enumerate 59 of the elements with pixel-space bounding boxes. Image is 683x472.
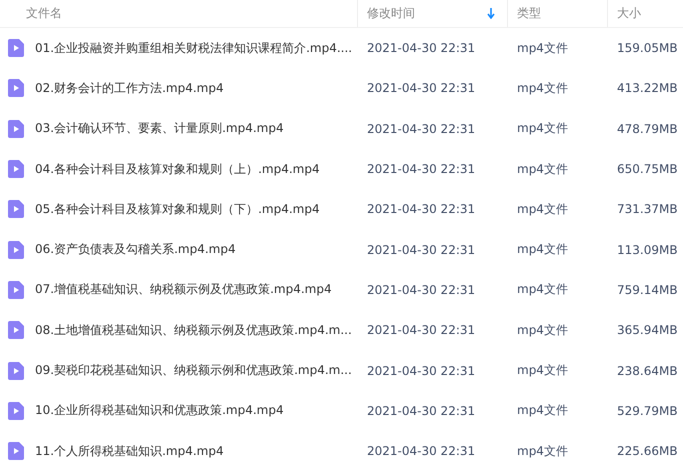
modified-time: 2021-04-30 22:31: [367, 122, 476, 136]
video-file-icon: [8, 79, 24, 98]
column-header[interactable]: 文件名: [0, 0, 358, 27]
modified-time: 2021-04-30 22:31: [367, 364, 476, 378]
file-name[interactable]: 11.个人所得税基础知识.mp4.mp4: [35, 442, 224, 460]
modified-time: 2021-04-30 22:31: [367, 242, 476, 257]
file-size: 413.22MB: [617, 81, 678, 96]
file-size: 113.09MB: [617, 242, 678, 257]
file-name[interactable]: 09.契税印花税基础知识、纳税额示例和优惠政策.mp4.m...: [35, 362, 352, 380]
modified-time: 2021-04-30 22:31: [367, 282, 476, 297]
file-type: mp4文件: [517, 442, 568, 460]
file-size: 650.75MB: [617, 162, 678, 176]
video-file-icon: [8, 280, 24, 299]
column-header[interactable]: 类型: [508, 0, 608, 27]
file-size: 365.94MB: [617, 323, 678, 338]
video-file-icon: [8, 120, 24, 138]
file-type: mp4文件: [517, 322, 568, 339]
file-type: mp4文件: [517, 200, 568, 218]
video-file-icon: [8, 39, 24, 58]
modified-time: 2021-04-30 22:31: [367, 323, 476, 338]
file-type: mp4文件: [517, 80, 568, 97]
file-size: 731.37MB: [617, 202, 678, 216]
file-size: 478.79MB: [617, 122, 678, 136]
file-name[interactable]: 01.企业投融资并购重组相关财税法律知识课程简介.mp4....: [35, 40, 352, 57]
file-name[interactable]: 08.土地增值税基础知识、纳税额示例及优惠政策.mp4.m...: [35, 322, 352, 339]
file-name[interactable]: 07.增值税基础知识、纳税额示例及优惠政策.mp4.mp4: [35, 281, 332, 298]
video-file-icon: [8, 240, 24, 259]
modified-time: 2021-04-30 22:31: [367, 444, 476, 458]
file-type: mp4文件: [517, 160, 568, 178]
modified-time: 2021-04-30 22:31: [367, 41, 476, 56]
video-file-icon: [8, 160, 24, 178]
file-name[interactable]: 03.会计确认环节、要素、计量原则.mp4.mp4: [35, 120, 284, 138]
file-type: mp4文件: [517, 40, 568, 57]
video-file-icon: [8, 402, 24, 420]
file-name[interactable]: 04.各种会计科目及核算对象和规则（上）.mp4.mp4: [35, 160, 320, 178]
column-header[interactable]: 大小: [608, 0, 683, 27]
file-name[interactable]: 05.各种会计科目及核算对象和规则（下）.mp4.mp4: [35, 200, 320, 218]
file-type: mp4文件: [517, 241, 568, 258]
file-size: 225.66MB: [617, 444, 678, 458]
file-name[interactable]: 02.财务会计的工作方法.mp4.mp4: [35, 80, 224, 97]
file-type: mp4文件: [517, 120, 568, 138]
file-type: mp4文件: [517, 362, 568, 380]
file-name[interactable]: 10.企业所得税基础知识和优惠政策.mp4.mp4: [35, 402, 284, 420]
file-type: mp4文件: [517, 281, 568, 298]
video-file-icon: [8, 442, 24, 460]
file-size: 759.14MB: [617, 282, 678, 297]
video-file-icon: [8, 321, 24, 340]
file-size: 159.05MB: [617, 41, 678, 56]
modified-time: 2021-04-30 22:31: [367, 81, 476, 96]
file-size: 238.64MB: [617, 364, 678, 378]
file-size: 529.79MB: [617, 404, 678, 418]
file-name[interactable]: 06.资产负债表及勾稽关系.mp4.mp4: [35, 241, 236, 258]
file-type: mp4文件: [517, 402, 568, 420]
video-file-icon: [8, 362, 24, 380]
modified-time: 2021-04-30 22:31: [367, 162, 476, 176]
modified-time: 2021-04-30 22:31: [367, 404, 476, 418]
video-file-icon: [8, 200, 24, 218]
column-header[interactable]: 修改时间: [358, 0, 508, 27]
modified-time: 2021-04-30 22:31: [367, 202, 476, 216]
